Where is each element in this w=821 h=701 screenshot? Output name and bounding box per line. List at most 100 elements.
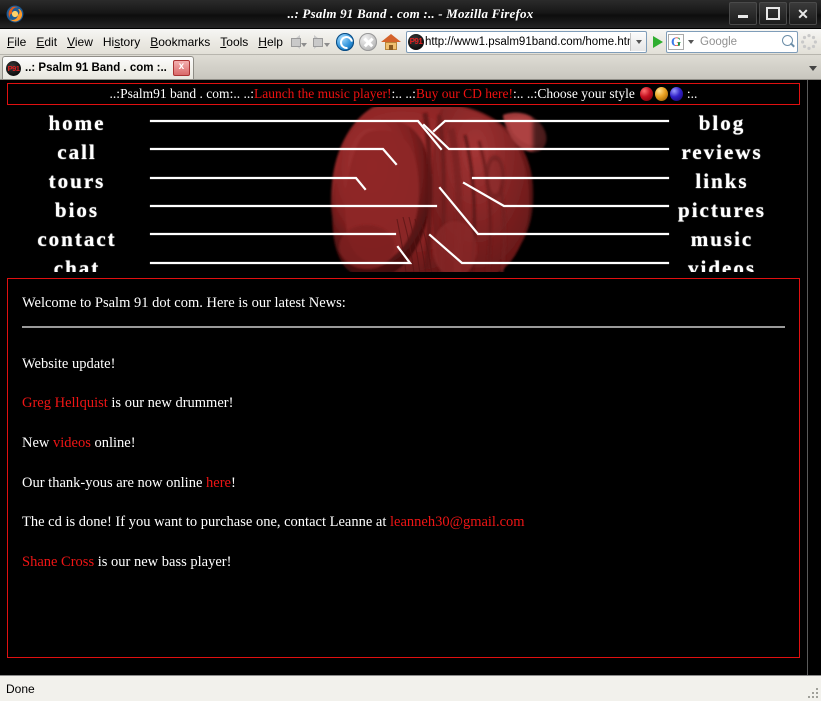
site-banner: home call tours bios contact chat blog r… (0, 107, 807, 272)
news-text: is our new drummer! (107, 395, 234, 412)
nav-link-tours[interactable]: tours (49, 167, 106, 196)
nav-link-links[interactable]: links (695, 167, 748, 196)
news-text: Our thank-yous are now online (22, 474, 207, 491)
forward-button[interactable] (311, 31, 334, 53)
reload-button[interactable] (334, 31, 357, 53)
nav-link-home[interactable]: home (49, 109, 106, 138)
topnav-suffix: :.. (686, 86, 698, 101)
news-link[interactable]: Greg Hellquist (22, 395, 108, 411)
news-line: New videos online! (22, 435, 785, 452)
topnav-separator-2: :.. ..: (391, 86, 416, 101)
address-bar[interactable]: P91 http://www1.psalm91band.com/home.htm… (405, 30, 647, 53)
topnav-site-name: Psalm91 band . com (120, 86, 230, 101)
style-swatch-blue[interactable] (669, 87, 683, 101)
forward-dropdown-icon[interactable] (324, 42, 331, 47)
menu-item-help[interactable]: Help (253, 33, 288, 51)
menu-item-tools[interactable]: Tools (215, 33, 253, 51)
news-list: Website update! Greg Hellquist is our new… (22, 356, 785, 571)
search-bar[interactable]: G Google (666, 30, 798, 53)
news-link[interactable]: videos (53, 435, 91, 451)
nav-link-chat[interactable]: chat (54, 254, 101, 272)
back-dropdown-icon[interactable] (301, 42, 308, 47)
minimize-button[interactable] (729, 2, 757, 25)
tab-list-dropdown-icon[interactable] (805, 57, 821, 79)
news-line: The cd is done! If you want to purchase … (22, 514, 785, 531)
tab-favicon: P91 (6, 60, 21, 76)
news-text: New (22, 435, 54, 452)
nav-link-bios[interactable]: bios (55, 196, 99, 225)
home-button[interactable] (380, 31, 403, 53)
news-link[interactable]: Shane Cross (22, 554, 94, 570)
buy-cd-link[interactable]: Buy our CD here! (416, 86, 513, 102)
window-controls: ✕ (729, 2, 817, 25)
choose-style-label: Choose your style (537, 86, 635, 101)
search-input[interactable]: Google (696, 36, 779, 48)
maximize-button[interactable] (759, 2, 787, 25)
nav-link-call[interactable]: call (57, 138, 97, 167)
topnav-separator-1: :.. ..: (229, 86, 254, 101)
status-text: Done (6, 681, 35, 696)
news-line: Our thank-yous are now online here! (22, 475, 785, 492)
nav-link-reviews[interactable]: reviews (681, 138, 762, 167)
web-page: ..: Psalm91 band . com :.. ..: Launch th… (0, 80, 807, 675)
nav-link-music[interactable]: music (691, 225, 754, 254)
address-history-dropdown-icon[interactable] (630, 32, 646, 51)
site-top-navigation: ..: Psalm91 band . com :.. ..: Launch th… (7, 83, 800, 105)
tab-close-icon[interactable]: x (172, 60, 190, 76)
browser-window: ..: Psalm 91 Band . com :.. - Mozilla Fi… (0, 0, 821, 701)
window-title: ..: Psalm 91 Band . com :.. - Mozilla Fi… (287, 6, 534, 21)
site-favicon: P91 (407, 33, 424, 50)
menu-item-bookmarks[interactable]: Bookmarks (145, 33, 215, 51)
tab-strip: P91 ..: Psalm 91 Band . com :.. x (0, 55, 821, 80)
address-bar-value[interactable]: http://www1.psalm91band.com/home.html (425, 36, 630, 48)
go-arrow-icon (652, 35, 663, 48)
stop-button[interactable] (357, 31, 380, 53)
home-icon (381, 33, 402, 51)
go-button[interactable] (649, 32, 666, 52)
topnav-prefix: ..: (109, 86, 121, 101)
google-logo-icon[interactable]: G (668, 33, 684, 50)
news-line: Greg Hellquist is our new drummer! (22, 395, 785, 412)
tab-strip-empty-area (194, 56, 805, 79)
firefox-icon (5, 4, 25, 24)
news-text: The cd is done! If you want to purchase … (22, 514, 390, 531)
tab-psalm91[interactable]: P91 ..: Psalm 91 Band . com :.. x (2, 56, 194, 79)
status-bar: Done (0, 675, 821, 701)
news-line: Shane Cross is our new bass player! (22, 554, 785, 571)
menu-item-view[interactable]: View (62, 33, 98, 51)
menu-item-history[interactable]: History (98, 33, 145, 51)
launch-music-player-link[interactable]: Launch the music player! (254, 86, 392, 102)
news-text: is our new bass player! (94, 554, 232, 571)
stop-icon (359, 32, 378, 51)
reload-icon (336, 32, 355, 51)
search-engine-dropdown-icon[interactable] (685, 33, 696, 51)
menu-and-navigation-toolbar: File Edit View History Bookmarks Tools H… (0, 29, 821, 55)
menu-item-file[interactable]: File (2, 33, 31, 51)
style-swatch-red[interactable] (639, 87, 653, 101)
tab-label: ..: Psalm 91 Band . com :.. (25, 62, 167, 74)
nav-link-blog[interactable]: blog (699, 109, 746, 138)
news-content-box: Welcome to Psalm 91 dot com. Here is our… (7, 278, 800, 658)
nav-link-videos[interactable]: videos (688, 254, 756, 272)
menu-item-edit[interactable]: Edit (31, 33, 62, 51)
news-text: online! (90, 435, 136, 452)
nav-link-contact[interactable]: contact (37, 225, 116, 254)
topnav-separator-3: :.. ..: (513, 86, 538, 101)
content-divider (22, 325, 785, 328)
news-line: Website update! (22, 356, 785, 373)
news-link[interactable]: here (206, 475, 231, 491)
news-text: Website update! (22, 355, 116, 372)
page-viewport: ..: Psalm91 band . com :.. ..: Launch th… (0, 80, 821, 675)
search-icon[interactable] (779, 33, 797, 51)
left-navigation-column: home call tours bios contact chat (2, 109, 152, 272)
nav-link-pictures[interactable]: pictures (678, 196, 766, 225)
page-vertical-scrollbar[interactable] (807, 80, 821, 675)
close-button[interactable]: ✕ (789, 2, 817, 25)
style-swatch-gold[interactable] (654, 87, 668, 101)
throbber-icon (800, 33, 818, 51)
news-link[interactable]: leanneh30@gmail.com (390, 514, 525, 530)
right-navigation-column: blog reviews links pictures music videos (647, 109, 797, 272)
resize-grip[interactable] (806, 686, 818, 698)
back-button[interactable] (288, 31, 311, 53)
news-text: ! (230, 474, 236, 491)
